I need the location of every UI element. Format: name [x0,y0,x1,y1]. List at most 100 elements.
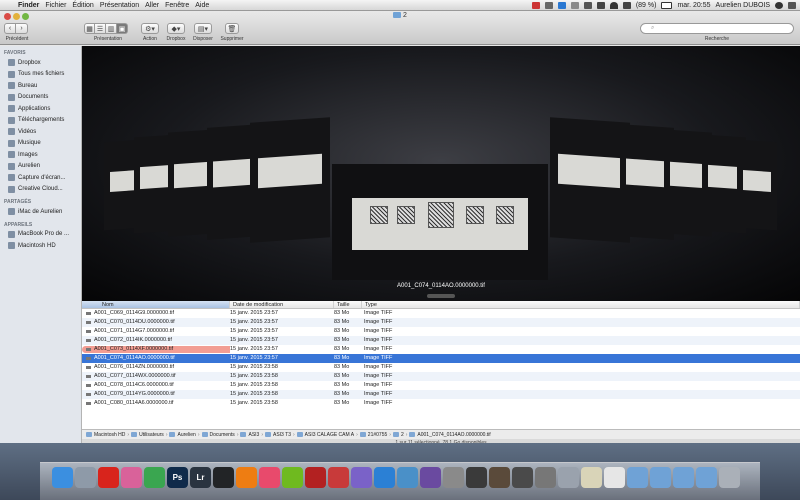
coverflow-scrollbar[interactable] [427,294,455,298]
battery-icon[interactable] [661,1,673,9]
app-blue-icon[interactable] [374,467,395,488]
breadcrumb-item[interactable]: Utilisateurs › [131,432,169,438]
breadcrumb-item[interactable]: A001_C074_0114AO.0000000.tif [409,432,491,438]
sidebar-item-desktop[interactable]: Bureau [0,80,81,92]
sidebar-item-home[interactable]: Aurelien [0,161,81,173]
folder-3-icon[interactable] [696,467,717,488]
sidebar-item-pictures[interactable]: Images [0,149,81,161]
wifi-icon[interactable] [609,1,618,9]
sidebar-item-downloads[interactable]: Téléchargements [0,115,81,127]
status-app-icon[interactable] [531,1,540,9]
user-name[interactable]: Aurelien DUBOIS [716,2,770,9]
sidebar-item-documents[interactable]: Documents [0,92,81,104]
menu-aller[interactable]: Aller [145,2,165,9]
app-gray-icon[interactable] [443,467,464,488]
sidebar-item-applications[interactable]: Applications [0,103,81,115]
icon-view-button[interactable]: ▦ [84,23,95,34]
status-app-2-icon[interactable] [544,1,553,9]
coverflow-view[interactable]: A001_C074_0114AO.0000000.tif [82,46,800,301]
app-red-icon[interactable] [98,467,119,488]
battery-percent[interactable]: (89 %) [636,2,657,9]
coverflow-view-button[interactable]: ▣ [117,23,128,34]
cover-card[interactable] [737,139,777,231]
sidebar-item-music[interactable]: Musique [0,138,81,150]
breadcrumb-item[interactable]: ASI3 › [240,432,265,438]
sidebar-item-laptop[interactable]: MacBook Pro de ... [0,229,81,241]
menu-presentation[interactable]: Présentation [100,2,145,9]
media-red-icon[interactable] [305,467,326,488]
photo-app-icon[interactable] [489,467,510,488]
sidebar-item-folder[interactable]: Capture d'écran... [0,172,81,184]
time-machine-icon[interactable] [583,1,592,9]
table-row[interactable]: A001_C071_0114G7.0000000.tif 15 janv. 201… [82,327,800,336]
cover-current[interactable] [332,164,548,280]
table-row[interactable]: A001_C079_0114YG.0000000.tif 15 janv. 201… [82,390,800,399]
breadcrumb-item[interactable]: ASI3 T3 › [265,432,297,438]
document-icon[interactable] [604,467,625,488]
spotlight-icon[interactable] [775,1,783,9]
action-button[interactable]: ⚙▾ [141,23,159,34]
photos-icon[interactable] [121,467,142,488]
sidebar-item-movies[interactable]: Vidéos [0,126,81,138]
column-view-button[interactable]: ▥ [106,23,117,34]
breadcrumb-item[interactable]: Aurelien › [169,432,201,438]
column-name[interactable]: Nom [82,301,230,308]
delete-button[interactable]: 🗑 [225,23,239,34]
app-purple-icon[interactable] [420,467,441,488]
downloads-folder-icon[interactable] [627,467,648,488]
trash-icon[interactable] [719,467,740,488]
media-red-2-icon[interactable] [328,467,349,488]
itunes-icon[interactable] [259,467,280,488]
launchpad-icon[interactable] [75,467,96,488]
spotify-icon[interactable] [282,467,303,488]
notification-center-icon[interactable] [788,1,796,9]
creative-cloud-status-icon[interactable] [570,1,579,9]
screenshot-icon[interactable] [558,467,579,488]
table-row[interactable]: A001_C078_0114C6.0000000.tif 15 janv. 201… [82,381,800,390]
vlc-icon[interactable] [236,467,257,488]
breadcrumb-item[interactable]: ASI3 CALAGE CAM A › [296,432,360,438]
menu-fenetre[interactable]: Fenêtre [165,2,195,9]
search-input[interactable]: ⌕ [640,23,794,34]
folder-icon[interactable] [650,467,671,488]
sidebar-item-imac[interactable]: iMac de Aurelien [0,206,81,218]
preview-icon[interactable] [535,467,556,488]
menu-finder[interactable]: Finder [18,2,45,9]
table-row[interactable]: A001_C080_0114A6.0000000.tif 15 janv. 201… [82,399,800,408]
sidebar-item-creative-cloud[interactable]: Creative Cloud... [0,184,81,196]
table-row[interactable]: A001_C077_0114WX.0000000.tif 15 janv. 201… [82,372,800,381]
table-row[interactable]: A001_C069_0114G9.0000000.tif 15 janv. 201… [82,309,800,318]
breadcrumb-item[interactable]: Macintosh HD › [86,432,131,438]
volume-icon[interactable] [622,1,631,9]
menu-aide[interactable]: Aide [195,2,215,9]
column-size[interactable]: Taille [334,301,362,308]
cover-card[interactable] [550,117,630,243]
list-view-button[interactable]: ☰ [95,23,106,34]
clock[interactable]: mar. 20:55 [677,2,710,9]
forward-button[interactable]: › [16,23,28,34]
table-row[interactable]: A001_C072_0114IK.0000000.tif 15 janv. 201… [82,336,800,345]
finder-icon[interactable] [52,467,73,488]
back-button[interactable]: ‹ [4,23,16,34]
column-date[interactable]: Date de modification [230,301,334,308]
lightroom-icon[interactable]: Lr [190,467,211,488]
pinwheel-icon[interactable] [351,467,372,488]
arrange-button[interactable]: ▤▾ [194,23,212,34]
menu-edition[interactable]: Édition [72,2,99,9]
sidebar-item-all-files[interactable]: Tous mes fichiers [0,69,81,81]
folder-2-icon[interactable] [673,467,694,488]
app-dark-icon[interactable] [512,467,533,488]
breadcrumb-item[interactable]: Documents › [201,432,241,438]
table-row[interactable]: A001_C070_0114DU.0000000.tif 15 janv. 201… [82,318,800,327]
chrome-icon[interactable] [144,467,165,488]
table-row[interactable]: A001_C076_0114ZN.0000000.tif 15 janv. 201… [82,363,800,372]
sidebar-item-dropbox[interactable]: Dropbox [0,57,81,69]
app-wave-icon[interactable] [397,467,418,488]
photoshop-icon[interactable]: Ps [167,467,188,488]
breadcrumb-item[interactable]: 21#0755 › [359,432,393,438]
column-type[interactable]: Type [362,301,800,308]
dropbox-status-icon[interactable] [557,1,566,9]
breadcrumb-item[interactable]: 2 › [392,432,409,438]
menu-fichier[interactable]: Fichier [45,2,72,9]
film-icon[interactable] [466,467,487,488]
